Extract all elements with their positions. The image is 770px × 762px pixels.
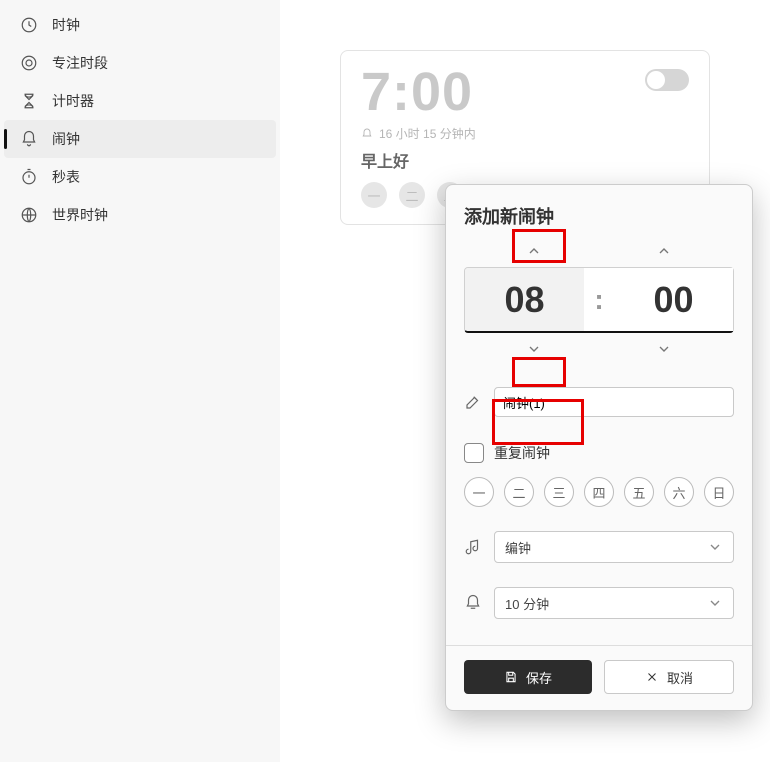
hour-input[interactable]: 08 xyxy=(465,268,584,331)
edit-icon xyxy=(464,393,482,411)
alarm-toggle[interactable] xyxy=(645,69,689,91)
sidebar-item-worldclock[interactable]: 世界时钟 xyxy=(4,196,276,234)
sidebar-item-stopwatch[interactable]: 秒表 xyxy=(4,158,276,196)
save-button-label: 保存 xyxy=(526,668,552,687)
sidebar-item-label: 专注时段 xyxy=(52,53,260,73)
day-toggle-thu[interactable]: 四 xyxy=(584,477,614,507)
dialog-title: 添加新闹钟 xyxy=(464,203,734,229)
sidebar-item-label: 闹钟 xyxy=(52,129,260,149)
sidebar-item-alarm[interactable]: 闹钟 xyxy=(4,120,276,158)
sound-row: 编钟 xyxy=(464,531,734,563)
dialog-separator xyxy=(446,645,752,646)
day-chip: 一 xyxy=(361,182,387,208)
sidebar-item-timer[interactable]: 计时器 xyxy=(4,82,276,120)
nav-list: 时钟 专注时段 计时器 闹钟 xyxy=(0,6,280,234)
time-colon: : xyxy=(584,284,614,316)
day-toggle-sat[interactable]: 六 xyxy=(664,477,694,507)
minute-input[interactable]: 00 xyxy=(614,268,733,331)
music-note-icon xyxy=(464,538,482,556)
alarm-time: 7:00 xyxy=(361,65,689,119)
day-toggle-tue[interactable]: 二 xyxy=(504,477,534,507)
snooze-select-value: 10 分钟 xyxy=(505,594,549,613)
focus-icon xyxy=(20,54,38,72)
spinner-bottom-row xyxy=(464,337,734,361)
close-icon xyxy=(645,670,659,684)
sidebar: 时钟 专注时段 计时器 闹钟 xyxy=(0,0,280,762)
globe-icon xyxy=(20,206,38,224)
spinner-top-row xyxy=(464,239,734,263)
repeat-checkbox[interactable] xyxy=(464,443,484,463)
bell-icon xyxy=(20,130,38,148)
alarm-name-input[interactable] xyxy=(494,387,734,417)
day-chip: 二 xyxy=(399,182,425,208)
day-toggle-sun[interactable]: 日 xyxy=(704,477,734,507)
day-toggle-fri[interactable]: 五 xyxy=(624,477,654,507)
days-row: 一 二 三 四 五 六 日 xyxy=(464,477,734,507)
sound-select[interactable]: 编钟 xyxy=(494,531,734,563)
annotation-highlight xyxy=(512,357,566,387)
save-button[interactable]: 保存 xyxy=(464,660,592,694)
alarm-title: 早上好 xyxy=(361,148,689,172)
bell-small-icon xyxy=(361,128,373,140)
cancel-button[interactable]: 取消 xyxy=(604,660,734,694)
cancel-button-label: 取消 xyxy=(667,668,693,687)
chevron-down-icon xyxy=(707,539,723,555)
sidebar-item-label: 秒表 xyxy=(52,167,260,187)
repeat-label: 重复闹钟 xyxy=(494,443,550,463)
minute-down-button[interactable] xyxy=(644,337,684,361)
name-field-row xyxy=(464,387,734,417)
chevron-down-icon xyxy=(707,595,723,611)
stopwatch-icon xyxy=(20,168,38,186)
alarm-remaining-row: 16 小时 15 分钟内 xyxy=(361,125,689,142)
minute-up-button[interactable] xyxy=(644,239,684,263)
day-toggle-wed[interactable]: 三 xyxy=(544,477,574,507)
snooze-select[interactable]: 10 分钟 xyxy=(494,587,734,619)
repeat-row: 重复闹钟 xyxy=(464,443,734,463)
day-toggle-mon[interactable]: 一 xyxy=(464,477,494,507)
sound-select-value: 编钟 xyxy=(505,538,531,557)
add-alarm-dialog: 添加新闹钟 08 : 00 重复闹钟 一 二 三 四 xyxy=(445,184,753,711)
sidebar-item-label: 时钟 xyxy=(52,15,260,35)
sidebar-item-label: 世界时钟 xyxy=(52,205,260,225)
hourglass-icon xyxy=(20,92,38,110)
app-root: 时钟 专注时段 计时器 闹钟 xyxy=(0,0,770,762)
dialog-buttons: 保存 取消 xyxy=(464,660,734,694)
snooze-row: 10 分钟 xyxy=(464,587,734,619)
clock-icon xyxy=(20,16,38,34)
hour-down-button[interactable] xyxy=(514,337,554,361)
alarm-remaining: 16 小时 15 分钟内 xyxy=(379,125,476,142)
sidebar-item-label: 计时器 xyxy=(52,91,260,111)
time-picker: 08 : 00 xyxy=(464,267,734,333)
snooze-icon xyxy=(464,594,482,612)
sidebar-item-clock[interactable]: 时钟 xyxy=(4,6,276,44)
save-icon xyxy=(504,670,518,684)
sidebar-item-focus[interactable]: 专注时段 xyxy=(4,44,276,82)
hour-up-button[interactable] xyxy=(514,239,554,263)
